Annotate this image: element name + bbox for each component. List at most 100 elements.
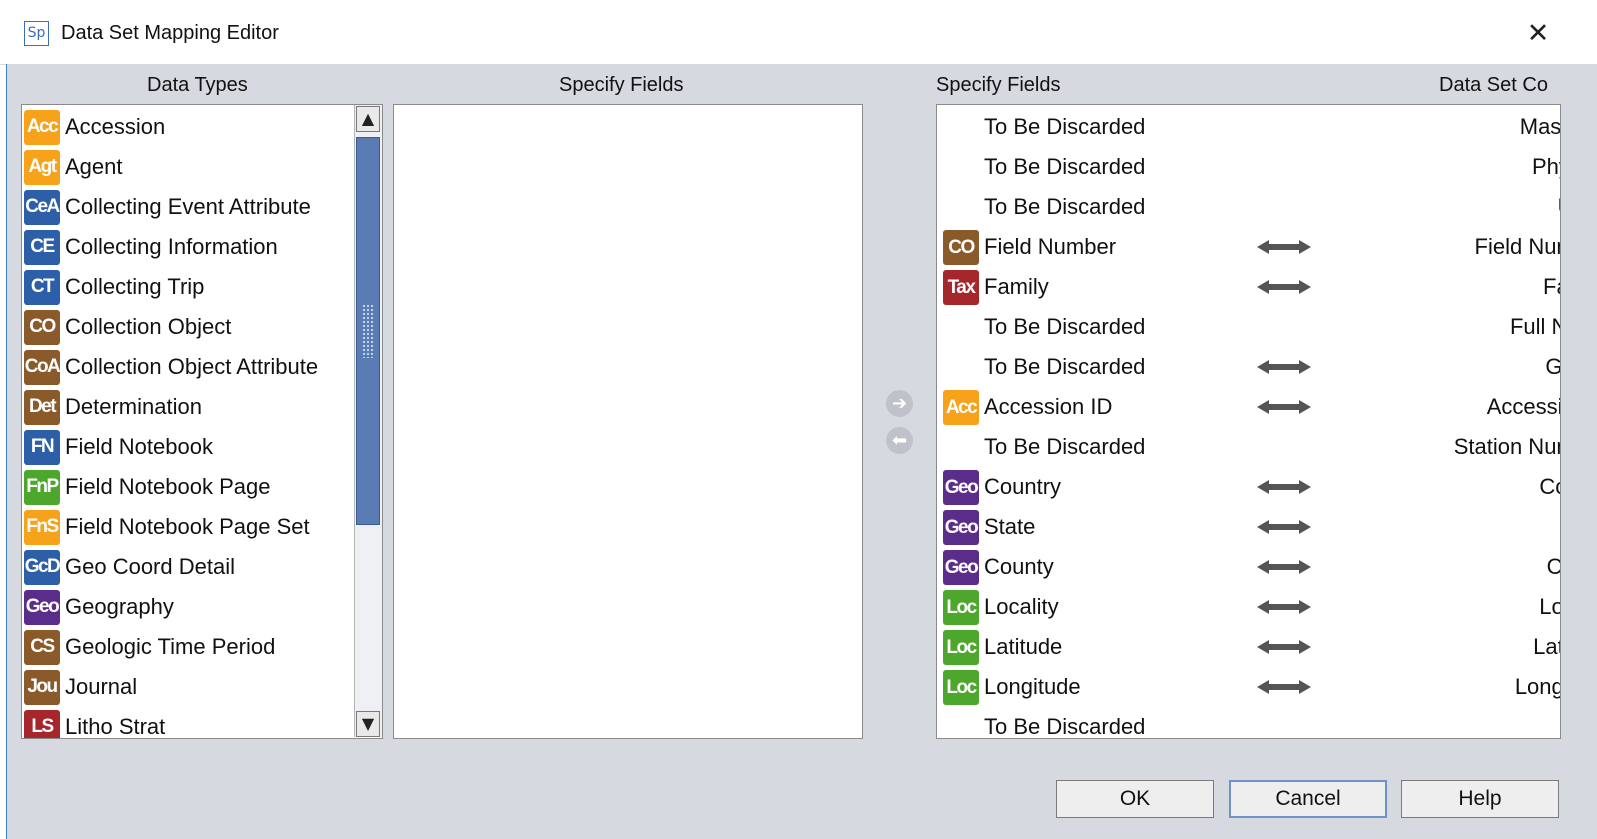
data-type-label: Litho Strat (65, 714, 166, 739)
help-button[interactable]: Help (1401, 780, 1559, 818)
mapping-row[interactable]: LocLocality Loca (937, 587, 1560, 627)
data-type-label: Agent (65, 154, 123, 179)
table-type-icon: CE (24, 229, 60, 265)
data-type-label: Accession (65, 114, 166, 139)
data-types-header: Data Types (147, 74, 248, 96)
scroll-up-button[interactable]: ▲ (356, 106, 380, 132)
mapping-row[interactable]: To Be Discarded Full Nar (937, 307, 1560, 347)
data-type-item[interactable]: GcD Geo Coord Detail (24, 547, 235, 587)
mapped-field-label: Longitude (984, 674, 1081, 699)
scroll-down-button[interactable]: ▼ (356, 711, 380, 737)
data-set-column-label: Fam (1543, 274, 1560, 299)
mapping-row[interactable]: GeoCounty Cou (937, 547, 1560, 587)
data-type-item[interactable]: Det Determination (24, 387, 202, 427)
mapped-field-label: Field Number (984, 234, 1117, 259)
table-type-icon: Geo (943, 470, 979, 505)
mapped-field-label: To Be Discarded (984, 114, 1146, 139)
table-type-icon: Geo (943, 550, 979, 585)
mapped-field-label: To Be Discarded (984, 314, 1146, 339)
mapping-row[interactable]: LocLatitude Latitu (937, 627, 1561, 667)
data-type-item[interactable]: Geo Geography (24, 587, 174, 627)
table-type-icon: CS (24, 629, 60, 665)
specify-fields-right-header: Specify Fields (936, 74, 1061, 96)
data-type-item[interactable]: CeA Collecting Event Attribute (24, 187, 311, 227)
table-type-icon: Jou (24, 669, 60, 705)
data-type-item[interactable]: CT Collecting Trip (24, 267, 204, 307)
mapping-row[interactable]: LocLongitude Longitu (937, 667, 1560, 707)
close-button[interactable]: ✕ (1520, 16, 1556, 52)
specify-fields-list[interactable] (393, 104, 863, 739)
data-type-item[interactable]: FnP Field Notebook Page (24, 467, 270, 507)
table-type-icon: Det (24, 389, 60, 425)
mapped-field-label: County (984, 554, 1054, 579)
mapping-row[interactable]: TaxFamily Fam (937, 267, 1560, 307)
remove-mapping-button[interactable]: ⬅ (886, 427, 913, 454)
specify-fields-left-header: Specify Fields (559, 74, 684, 96)
table-type-icon: LS (24, 709, 60, 738)
data-type-item[interactable]: CO Collection Object (24, 307, 231, 347)
mapping-row[interactable]: COField Number Field Numb (937, 227, 1560, 267)
data-type-label: Collection Object Attribute (65, 354, 319, 379)
mapping-row[interactable]: To Be Discarded UF (937, 187, 1560, 227)
data-type-item[interactable]: FnS Field Notebook Page Set (24, 507, 310, 547)
table-type-icon: CO (24, 309, 60, 345)
ok-button[interactable]: OK (1056, 780, 1214, 818)
mapping-row[interactable]: GeoCountry Cour (937, 467, 1560, 507)
mapping-row[interactable]: To Be Discarded Station Numb (937, 427, 1560, 467)
data-types-list[interactable]: Acc Accession Agt Agent CeA Collecting Event … (21, 104, 383, 739)
data-type-item[interactable]: LS Litho Strat (24, 707, 166, 739)
data-type-item[interactable]: CS Geologic Time Period (24, 627, 275, 667)
mapped-field-label: Latitude (984, 634, 1063, 659)
field-mapping-list[interactable]: To Be Discarded Master To Be Discarded Phyl… (936, 104, 1561, 739)
data-set-column-label: Field Numb (1474, 234, 1560, 259)
data-type-label: Collection Object (65, 314, 232, 339)
data-type-label: Journal (65, 674, 138, 699)
table-type-icon: Tax (943, 270, 979, 305)
title-bar: Sp Data Set Mapping Editor ✕ (0, 0, 1597, 65)
specify-app-icon: Sp (24, 21, 49, 46)
data-type-label: Determination (65, 394, 202, 419)
table-type-icon: Loc (943, 590, 979, 625)
data-type-item[interactable]: Agt Agent (24, 147, 123, 187)
table-type-icon: Acc (943, 390, 979, 425)
data-set-column-label: Loca (1539, 594, 1560, 619)
table-type-icon: GcD (24, 549, 61, 585)
double-arrow-icon (1257, 240, 1311, 254)
scrollbar-grip (362, 304, 374, 358)
add-mapping-button[interactable]: ➔ (886, 390, 913, 417)
mapping-row[interactable]: To Be Discarded De (937, 707, 1560, 738)
data-type-item[interactable]: Acc Accession (24, 107, 165, 147)
mapping-row[interactable]: To Be Discarded Phyla (937, 147, 1560, 187)
data-type-item[interactable]: FN Field Notebook (24, 427, 213, 467)
table-type-icon: Acc (24, 109, 60, 145)
mapping-row[interactable]: To Be Discarded Gen (937, 347, 1560, 387)
double-arrow-icon (1257, 680, 1311, 694)
double-arrow-icon (1257, 360, 1311, 374)
double-arrow-icon (1257, 560, 1311, 574)
data-type-item[interactable]: Jou Journal (24, 667, 137, 707)
data-set-column-label: De (1559, 707, 1560, 738)
cancel-button[interactable]: Cancel (1229, 780, 1387, 818)
table-type-icon: FnP (24, 469, 60, 505)
mapping-row[interactable]: GeoStateSt (937, 507, 1560, 547)
data-set-column-label: Latitu (1533, 634, 1561, 659)
data-type-item[interactable]: CE Collecting Information (24, 227, 278, 267)
mapping-row[interactable]: AccAccession ID Accession (937, 387, 1560, 427)
table-type-icon: Agt (24, 149, 60, 185)
scrollbar-thumb[interactable] (356, 137, 380, 525)
data-type-item[interactable]: CoA Collection Object Attribute (24, 347, 318, 387)
data-type-label: Collecting Information (65, 234, 278, 259)
mapped-field-label: To Be Discarded (984, 434, 1146, 459)
data-set-column-label: Accession (1486, 394, 1560, 419)
double-arrow-icon (1257, 480, 1311, 494)
mapping-row[interactable]: To Be Discarded Master (937, 107, 1560, 147)
double-arrow-icon (1257, 640, 1311, 654)
data-set-column-label: Longitu (1514, 674, 1560, 699)
table-type-icon: CeA (24, 189, 60, 225)
table-type-icon: CoA (24, 349, 61, 385)
data-set-mapping-editor-window: Sp Data Set Mapping Editor ✕ Data Types … (0, 0, 1597, 839)
data-set-column-label: Phyla (1531, 154, 1560, 179)
data-set-column-label: Cour (1539, 474, 1560, 499)
data-type-label: Field Notebook (65, 434, 213, 459)
window-title: Data Set Mapping Editor (61, 22, 279, 44)
